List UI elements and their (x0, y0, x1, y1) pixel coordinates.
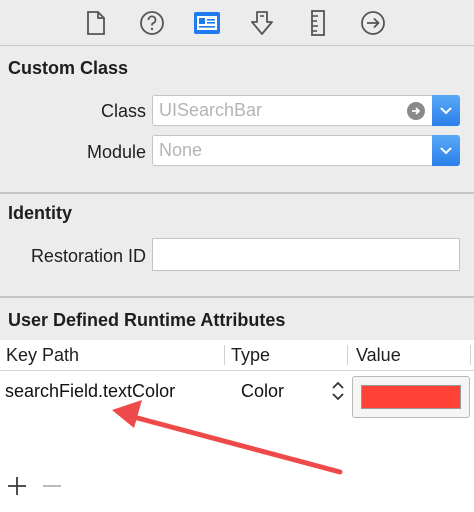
file-inspector-icon[interactable] (82, 9, 110, 37)
column-header-key-path[interactable]: Key Path (6, 340, 222, 370)
section-divider (0, 296, 474, 298)
runtime-attributes-title: User Defined Runtime Attributes (8, 310, 286, 330)
column-header-value[interactable]: Value (356, 340, 466, 370)
column-divider (224, 345, 225, 365)
column-header-type[interactable]: Type (231, 340, 341, 370)
column-divider (347, 345, 348, 365)
restoration-id-field[interactable] (152, 238, 460, 271)
restoration-id-input[interactable] (153, 239, 459, 270)
plus-icon (8, 477, 26, 495)
type-cell[interactable]: Color (241, 381, 284, 402)
class-dropdown-button[interactable] (432, 95, 460, 126)
runtime-attributes-table: Key Path Type Value (0, 340, 474, 512)
inspector-toolbar (0, 0, 474, 46)
class-label: Class (100, 101, 146, 121)
module-combo[interactable] (152, 135, 460, 166)
size-inspector-icon[interactable] (304, 9, 332, 37)
chevron-down-icon (440, 106, 452, 114)
identity-title: Identity (8, 203, 73, 223)
section-divider (0, 192, 474, 194)
identity-inspector-icon[interactable] (193, 9, 221, 37)
type-stepper-icon[interactable] (330, 380, 346, 402)
chevron-down-icon (440, 146, 452, 154)
custom-class-title: Custom Class (8, 58, 129, 78)
quick-help-icon[interactable] (138, 9, 166, 37)
color-swatch (361, 385, 461, 409)
value-color-well[interactable] (352, 376, 470, 418)
restoration-id-label: Restoration ID (30, 246, 146, 266)
module-dropdown-button[interactable] (432, 135, 460, 166)
add-attribute-button[interactable] (5, 474, 29, 498)
header-divider (0, 370, 474, 371)
class-input[interactable] (153, 96, 393, 125)
module-input[interactable] (153, 136, 423, 165)
module-label: Module (86, 142, 146, 162)
minus-icon (43, 485, 61, 487)
remove-attribute-button[interactable] (40, 474, 64, 498)
go-to-class-arrow-icon[interactable] (407, 102, 425, 120)
attributes-inspector-icon[interactable] (248, 9, 276, 37)
column-divider (470, 345, 471, 365)
class-combo[interactable] (152, 95, 460, 126)
connections-inspector-icon[interactable] (359, 9, 387, 37)
key-path-cell[interactable]: searchField.textColor (5, 381, 175, 402)
